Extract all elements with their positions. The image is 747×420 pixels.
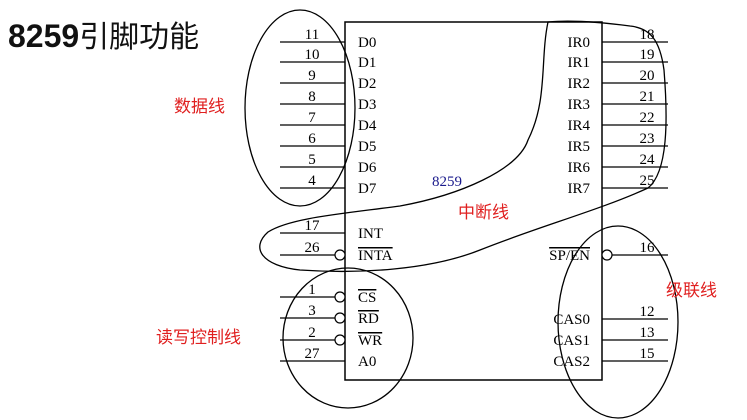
pin-name-d6: D6 <box>358 160 377 176</box>
pin-name-d5: D5 <box>358 139 376 155</box>
pin-number-inta: 26 <box>305 240 321 256</box>
pin-number-ir3: 21 <box>640 89 655 105</box>
pin-number-ir0: 18 <box>640 27 655 43</box>
pin-name-cas0: CAS0 <box>553 312 590 328</box>
pin-name-d7: D7 <box>358 181 377 197</box>
pin-name-sp-en: SP/EN <box>549 248 590 264</box>
pin-name-inta: INTA <box>358 248 393 264</box>
pin-name-int: INT <box>358 226 383 242</box>
pin-number-d7: 4 <box>308 173 316 189</box>
pin-name-ir2: IR2 <box>568 76 591 92</box>
pin-name-rd: RD <box>358 311 379 327</box>
right-pins: 18 IR0 19 IR1 20 IR2 21 IR3 22 IR4 23 IR5 24 IR6 25 IR7… <box>549 27 668 370</box>
pin-number-a0: 27 <box>305 346 321 362</box>
control-lines-outline <box>282 267 414 409</box>
pin-number-sp-en: 16 <box>640 240 656 256</box>
pin-number-d4: 7 <box>308 110 316 126</box>
pin-name-d4: D4 <box>358 118 377 134</box>
pin-name-d0: D0 <box>358 35 376 51</box>
pin-number-cas1: 13 <box>640 325 655 341</box>
pin-name-ir7: IR7 <box>568 181 591 197</box>
pin-name-ir4: IR4 <box>568 118 591 134</box>
pin-number-d0: 11 <box>305 27 319 43</box>
pin-number-d3: 8 <box>308 89 316 105</box>
pin-name-ir6: IR6 <box>568 160 591 176</box>
pin-number-ir2: 20 <box>640 68 655 84</box>
pin-name-d1: D1 <box>358 55 376 71</box>
left-pins: 11 D0 10 D1 9 D2 8 D3 7 D4 6 D5 5 D6 4 D7 17 INT 26 INTA 1 CS… <box>280 27 393 370</box>
pin-number-cas0: 12 <box>640 304 655 320</box>
pin-bubble-rd <box>334 312 346 324</box>
pin-bubble-wr <box>334 334 346 346</box>
pin-name-ir3: IR3 <box>568 97 591 113</box>
pin-name-cas1: CAS1 <box>553 333 590 349</box>
pin-number-ir5: 23 <box>640 131 655 147</box>
pin-name-d3: D3 <box>358 97 376 113</box>
pin-number-ir4: 22 <box>640 110 655 126</box>
chip-label: 8259 <box>432 174 462 190</box>
pin-bubble-sp-en <box>601 249 613 261</box>
pin-name-ir1: IR1 <box>568 55 591 71</box>
pin-number-d1: 10 <box>305 47 320 63</box>
pin-number-int: 17 <box>305 218 321 234</box>
pin-number-d6: 5 <box>308 152 316 168</box>
pin-number-d2: 9 <box>308 68 316 84</box>
group-label-data: 数据线 <box>174 97 225 117</box>
pin-number-cs: 1 <box>308 282 316 298</box>
pin-number-wr: 2 <box>308 325 316 341</box>
pin-name-ir5: IR5 <box>568 139 591 155</box>
pin-bubble-inta <box>334 249 346 261</box>
group-label-control: 读写控制线 <box>156 328 241 348</box>
pin-diagram: 8259引脚功能 8259 数据线 中断线 级联线 读写控制线 11 D0 10 D1… <box>0 0 747 420</box>
pin-number-ir1: 19 <box>640 47 655 63</box>
pin-number-rd: 3 <box>308 303 316 319</box>
pin-number-cas2: 15 <box>640 346 655 362</box>
group-label-interrupt: 中断线 <box>458 203 509 223</box>
data-lines-outline <box>244 9 356 207</box>
pin-number-d5: 6 <box>308 131 316 147</box>
pin-number-ir6: 24 <box>640 152 656 168</box>
group-label-cascade: 级联线 <box>666 281 717 301</box>
pin-name-d2: D2 <box>358 76 376 92</box>
pin-name-cs: CS <box>358 290 376 306</box>
pin-name-ir0: IR0 <box>568 35 591 51</box>
pin-name-cas2: CAS2 <box>553 354 590 370</box>
pin-name-wr: WR <box>358 333 382 349</box>
pin-number-ir7: 25 <box>640 173 655 189</box>
chip-diagram-svg: 8259 数据线 中断线 级联线 读写控制线 11 D0 10 D1 9 D2 8 D3 7 D4… <box>156 9 717 419</box>
pin-bubble-cs <box>334 291 346 303</box>
pin-name-a0: A0 <box>358 354 376 370</box>
